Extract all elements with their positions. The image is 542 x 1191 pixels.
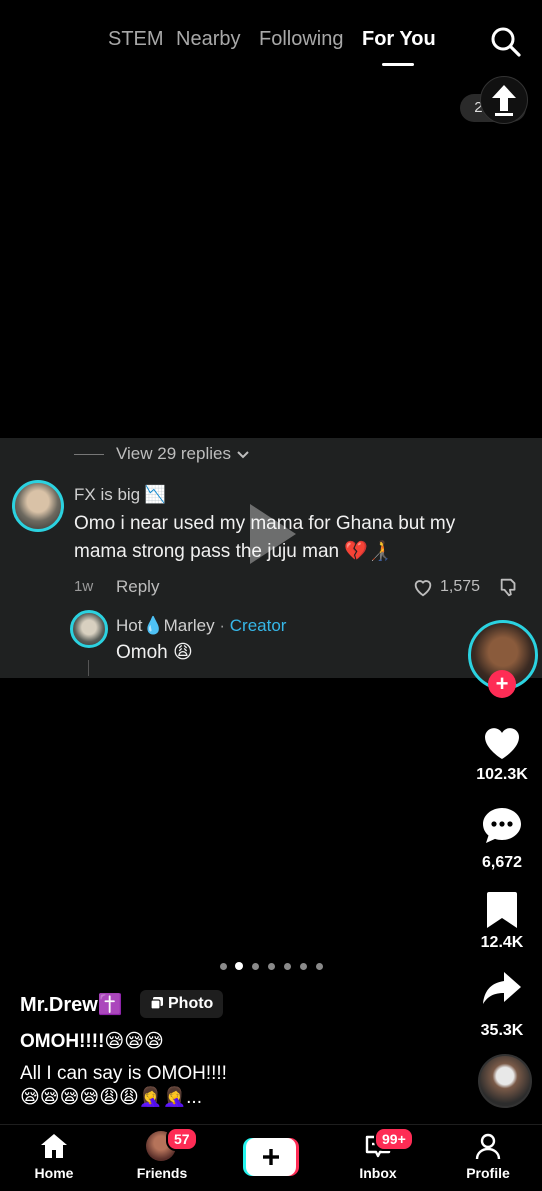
reply-username-line: Hot💧Marley · Creator <box>116 616 286 636</box>
photo-icon <box>150 997 163 1010</box>
heart-outline-icon[interactable] <box>412 576 434 598</box>
reply-text: Omoh 😩 <box>116 642 193 663</box>
tab-nearby[interactable]: Nearby <box>176 28 240 51</box>
creator-label: Creator <box>229 616 287 635</box>
description-line-2: 😪😪😪😪😩😩🤦‍♀️🤦‍♀️... <box>20 1087 202 1108</box>
inbox-badge: 99+ <box>374 1127 414 1151</box>
nav-friends-label: Friends <box>136 1165 188 1181</box>
description-line-1: All I can say is OMOH!!!! <box>20 1063 227 1084</box>
heart-icon[interactable] <box>480 720 524 764</box>
author-name[interactable]: Mr.Drew✝️ <box>20 992 123 1017</box>
carousel-dot[interactable] <box>252 963 259 970</box>
active-tab-indicator <box>382 63 414 66</box>
carousel-dot-active[interactable] <box>235 962 243 970</box>
thread-line <box>88 660 89 676</box>
follow-button[interactable]: + <box>488 670 516 698</box>
nav-inbox-label: Inbox <box>359 1165 397 1181</box>
nav-profile-label: Profile <box>466 1165 510 1181</box>
thumbs-down-icon[interactable] <box>498 576 520 598</box>
save-count: 12.4K <box>480 934 524 951</box>
nav-home-label: Home <box>34 1165 74 1181</box>
home-icon <box>41 1134 67 1158</box>
sound-disc[interactable] <box>478 1054 532 1108</box>
separator: · <box>214 616 230 635</box>
comment-count: 6,672 <box>481 854 523 871</box>
like-count: 102.3K <box>476 766 528 783</box>
reply-username[interactable]: Hot💧Marley <box>116 616 215 635</box>
carousel-dot[interactable] <box>316 963 323 970</box>
bookmark-icon[interactable] <box>480 888 524 932</box>
post-description[interactable]: All I can say is OMOH!!!! 😪😪😪😪😩😩🤦‍♀️🤦‍♀️… <box>20 1062 450 1110</box>
top-nav: STEM Nearby Following For You <box>0 22 542 66</box>
photo-badge-label: Photo <box>168 995 214 1012</box>
tab-stem[interactable]: STEM <box>108 28 164 51</box>
comment-icon[interactable] <box>480 804 524 848</box>
carousel-dot[interactable] <box>300 963 307 970</box>
play-icon[interactable] <box>244 500 300 568</box>
tab-following[interactable]: Following <box>259 28 343 51</box>
commenter-username[interactable]: FX is big 📉 <box>74 485 166 505</box>
tab-for-you[interactable]: For You <box>362 28 436 51</box>
profile-icon <box>475 1133 501 1160</box>
comment-like-count: 1,575 <box>440 578 481 595</box>
friends-badge: 57 <box>166 1127 198 1151</box>
comment-time: 1w <box>74 578 94 595</box>
photo-badge: Photo <box>140 990 224 1018</box>
divider <box>74 454 104 456</box>
reply-avatar[interactable] <box>70 610 108 648</box>
chevron-down-icon <box>237 450 249 458</box>
search-icon[interactable] <box>488 24 524 60</box>
reply-button[interactable]: Reply <box>116 577 159 597</box>
carousel-dot[interactable] <box>268 963 275 970</box>
view-replies-link[interactable]: View 29 replies <box>74 444 250 464</box>
carousel-dot[interactable] <box>220 963 227 970</box>
commenter-avatar[interactable] <box>12 480 64 532</box>
share-count: 35.3K <box>480 1022 524 1039</box>
arrow-up-icon <box>492 85 516 116</box>
post-title: OMOH!!!!😪😪😪 <box>20 1031 164 1052</box>
carousel-dot[interactable] <box>284 963 291 970</box>
upload-button[interactable] <box>480 76 528 124</box>
view-replies-label: View 29 replies <box>116 444 231 463</box>
share-icon[interactable] <box>480 966 524 1010</box>
create-button[interactable] <box>243 1138 299 1176</box>
